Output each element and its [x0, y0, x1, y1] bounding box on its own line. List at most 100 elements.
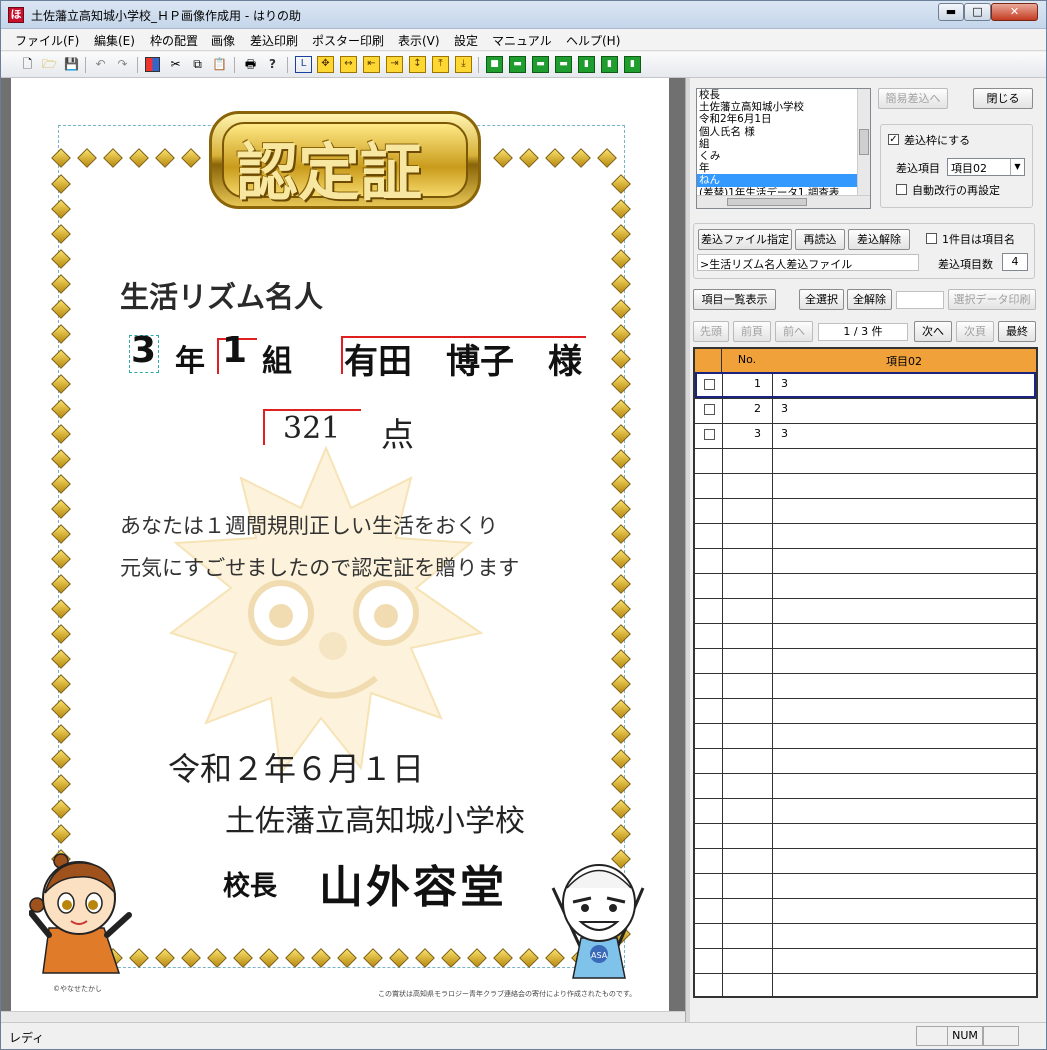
minimize-button[interactable]: ▬ — [938, 3, 964, 21]
certificate-badge-text: 認定証 — [236, 136, 423, 209]
menu-view[interactable]: 表示(V) — [398, 32, 440, 49]
nav-prev-button[interactable]: 前へ — [775, 321, 813, 342]
menu-file[interactable]: ファイル(F) — [15, 32, 79, 49]
menu-edit[interactable]: 編集(E) — [94, 32, 135, 49]
simple-insert-button[interactable]: 簡易差込へ — [878, 88, 948, 109]
item-count-field[interactable]: 4 — [1002, 253, 1028, 271]
document-canvas[interactable]: 認定証 生活リズム名人 3 年 1 組 有田 博子 様 321 点 あなたは１週… — [1, 78, 685, 1019]
menu-poster-print[interactable]: ポスター印刷 — [312, 32, 384, 49]
listbox-vscroll[interactable] — [857, 89, 870, 195]
class-frame-marker — [217, 338, 219, 374]
help-icon[interactable]: ? — [264, 56, 281, 73]
menu-frame-layout[interactable]: 枠の配置 — [150, 32, 198, 49]
field-listbox[interactable]: 校長 土佐藩立高知城小学校 令和2年6月1日 個人氏名 様 組 くみ 年 ねん … — [696, 88, 871, 209]
layout-1-icon[interactable]: ■ — [486, 56, 503, 73]
stretch-h-icon[interactable]: ↔ — [340, 56, 357, 73]
row-number[interactable]: 2 — [731, 402, 761, 415]
app-icon[interactable]: ほ — [8, 7, 24, 23]
menu-mail-merge[interactable]: 差込印刷 — [250, 32, 298, 49]
nav-next-page-button[interactable]: 次頁 — [956, 321, 994, 342]
row-number[interactable]: 3 — [731, 427, 761, 440]
class-number[interactable]: 1 — [222, 330, 247, 371]
new-icon[interactable]: 🗋 — [19, 56, 36, 73]
align-bottom-icon[interactable]: ⤓ — [455, 56, 472, 73]
row-checkbox[interactable] — [704, 404, 715, 415]
nav-last-button[interactable]: 最終 — [998, 321, 1036, 342]
open-icon[interactable]: 🗁 — [41, 56, 58, 73]
layout-7-icon[interactable]: ▮ — [624, 56, 641, 73]
menu-manual[interactable]: マニュアル — [492, 32, 552, 49]
close-panel-button[interactable]: 閉じる — [973, 88, 1033, 109]
list-item-selected[interactable]: ねん — [697, 174, 870, 187]
deselect-all-button[interactable]: 全解除 — [847, 289, 892, 310]
layout-4-icon[interactable]: ▬ — [555, 56, 572, 73]
insert-item-select[interactable]: 項目02 ▼ — [947, 158, 1025, 176]
list-item[interactable]: 組 — [697, 138, 870, 150]
menu-settings[interactable]: 設定 — [454, 32, 478, 49]
specify-file-button[interactable]: 差込ファイル指定 — [698, 229, 792, 250]
nav-first-button[interactable]: 先頭 — [693, 321, 729, 342]
list-item[interactable]: 校長 — [697, 89, 870, 101]
copy-icon[interactable]: ⧉ — [189, 56, 206, 73]
redo-icon[interactable]: ↷ — [114, 56, 131, 73]
print-selected-button[interactable]: 選択データ印刷 — [948, 289, 1036, 310]
release-merge-button[interactable]: 差込解除 — [848, 229, 910, 250]
cut-icon[interactable]: ✂ — [167, 56, 184, 73]
grid-col-line — [772, 373, 773, 996]
auto-wrap-checkbox[interactable] — [896, 184, 907, 195]
maximize-button[interactable]: □ — [964, 3, 991, 21]
frame-icon[interactable] — [145, 57, 160, 72]
list-items-button[interactable]: 項目一覧表示 — [693, 289, 776, 310]
record-position: 1 / 3 件 — [818, 323, 908, 341]
grid-row-line — [695, 448, 1036, 449]
first-row-header-checkbox[interactable] — [926, 233, 937, 244]
data-grid[interactable]: No. 項目02 1 3 2 3 3 3 — [693, 347, 1038, 998]
grade-number[interactable]: 3 — [131, 330, 156, 371]
paste-icon[interactable]: 📋 — [211, 56, 228, 73]
column-header-item02[interactable]: 項目02 — [772, 353, 1036, 369]
list-item[interactable]: 個人氏名 様 — [697, 126, 870, 138]
undo-icon[interactable]: ↶ — [92, 56, 109, 73]
move-all-icon[interactable]: ✥ — [317, 56, 334, 73]
list-item[interactable]: くみ — [697, 150, 870, 162]
menu-image[interactable]: 画像 — [211, 32, 235, 49]
row-value[interactable]: 3 — [781, 402, 788, 415]
grid-row-line — [695, 698, 1036, 699]
student-name[interactable]: 有田 博子 様 — [344, 334, 582, 383]
list-item[interactable]: 年 — [697, 162, 870, 174]
grid-row-line — [695, 873, 1036, 874]
layout-5-icon[interactable]: ▮ — [578, 56, 595, 73]
align-corner-icon[interactable]: L — [295, 56, 312, 73]
select-all-button[interactable]: 全選択 — [799, 289, 844, 310]
align-left-icon[interactable]: ⇤ — [363, 56, 380, 73]
list-item[interactable]: 令和2年6月1日 — [697, 113, 870, 125]
listbox-hscroll[interactable] — [697, 195, 870, 208]
score-frame-marker — [263, 409, 265, 445]
insert-frame-checkbox[interactable]: ✓ — [888, 134, 899, 145]
list-item[interactable]: 土佐藩立高知城小学校 — [697, 101, 870, 113]
save-icon[interactable]: 💾 — [63, 56, 80, 73]
layout-2-icon[interactable]: ▬ — [509, 56, 526, 73]
layout-3-icon[interactable]: ▬ — [532, 56, 549, 73]
stretch-v-icon[interactable]: ↕ — [409, 56, 426, 73]
layout-6-icon[interactable]: ▮ — [601, 56, 618, 73]
chevron-down-icon[interactable]: ▼ — [1010, 159, 1024, 175]
align-right-icon[interactable]: ⇥ — [386, 56, 403, 73]
selection-field[interactable] — [896, 291, 944, 309]
nav-prev-page-button[interactable]: 前頁 — [733, 321, 771, 342]
column-header-no[interactable]: No. — [722, 353, 772, 366]
grid-row-line — [695, 598, 1036, 599]
align-top-icon[interactable]: ⤒ — [432, 56, 449, 73]
reload-button[interactable]: 再読込 — [795, 229, 845, 250]
nav-next-button[interactable]: 次へ — [914, 321, 952, 342]
grid-row-line — [695, 823, 1036, 824]
print-icon[interactable]: 🖶 — [242, 56, 259, 73]
menu-help[interactable]: ヘルプ(H) — [566, 32, 620, 49]
title-bar[interactable]: ほ 土佐藩立高知城小学校_ＨＰ画像作成用 - はりの助 ▬ □ ✕ — [1, 1, 1046, 29]
merge-file-name-field[interactable]: >生活リズム名人差込ファイル — [697, 254, 919, 271]
close-button[interactable]: ✕ — [991, 3, 1038, 21]
score-value[interactable]: 321 — [283, 411, 340, 446]
row-checkbox[interactable] — [704, 429, 715, 440]
certificate-page[interactable]: 認定証 生活リズム名人 3 年 1 組 有田 博子 様 321 点 あなたは１週… — [11, 78, 669, 1013]
row-value[interactable]: 3 — [781, 427, 788, 440]
